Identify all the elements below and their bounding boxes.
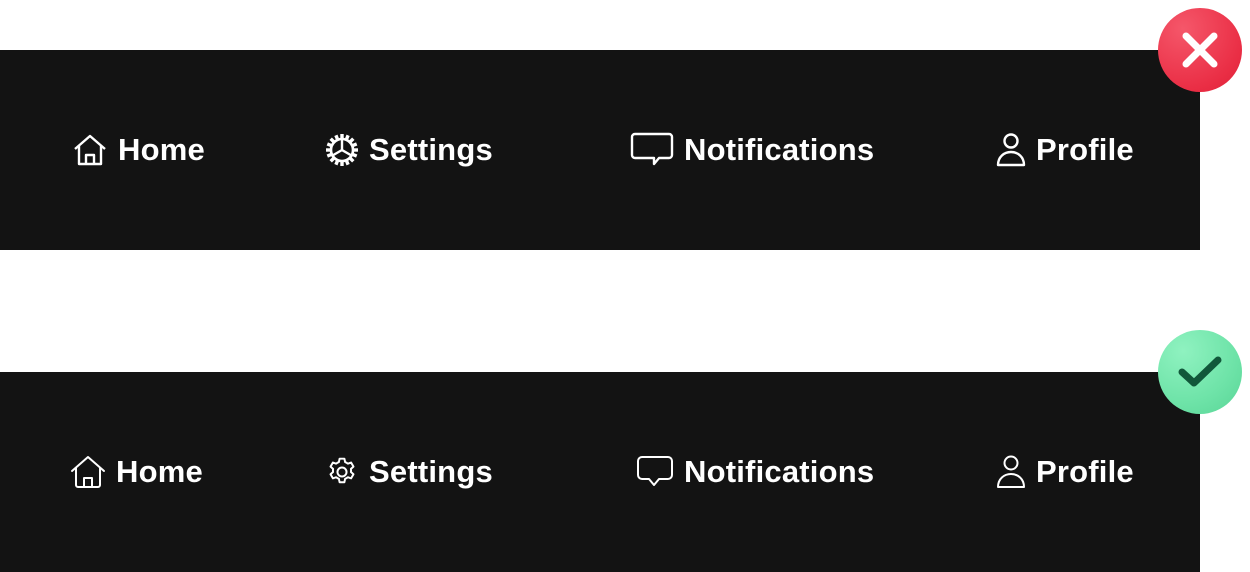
checkmark-icon [1178,356,1222,387]
nav-label-home: Home [116,454,203,489]
x-icon [1182,32,1218,68]
speech-bubble-icon [637,456,673,486]
gear-icon [329,457,355,484]
nav-item-settings[interactable]: Settings [325,50,493,250]
gear-icon [326,134,358,166]
user-icon [997,455,1025,488]
nav-item-notifications[interactable]: Notifications [630,50,874,250]
nav-label-profile: Profile [1036,132,1134,167]
nav-label-settings: Settings [369,132,493,167]
nav-item-settings[interactable]: Settings [325,372,493,572]
nav-item-notifications[interactable]: Notifications [636,372,874,572]
nav-label-notifications: Notifications [684,132,875,167]
home-icon [71,456,105,488]
user-icon [996,133,1026,167]
nav-item-profile[interactable]: Profile [996,50,1134,250]
incorrect-badge [1158,8,1242,92]
navbar-incorrect-example: Home Settings Notifications Profile [0,50,1200,250]
home-icon [74,134,106,166]
speech-bubble-icon [630,132,674,166]
nav-item-home[interactable]: Home [72,50,205,250]
nav-item-home[interactable]: Home [70,372,203,572]
nav-label-notifications: Notifications [684,454,875,489]
navbar-correct-example: Home Settings Notifications Profile [0,372,1200,572]
nav-label-profile: Profile [1036,454,1134,489]
correct-badge [1158,330,1242,414]
nav-label-settings: Settings [369,454,493,489]
nav-label-home: Home [118,132,205,167]
nav-item-profile[interactable]: Profile [996,372,1134,572]
